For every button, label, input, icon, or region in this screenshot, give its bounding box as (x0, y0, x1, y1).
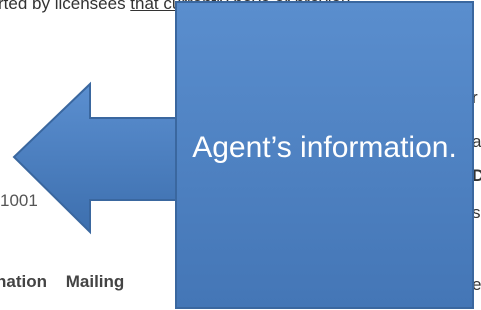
left-arrow-icon (12, 81, 185, 235)
callout-label: Agent’s information. (192, 131, 457, 164)
page: rted by licensees that currently have or… (0, 0, 481, 310)
